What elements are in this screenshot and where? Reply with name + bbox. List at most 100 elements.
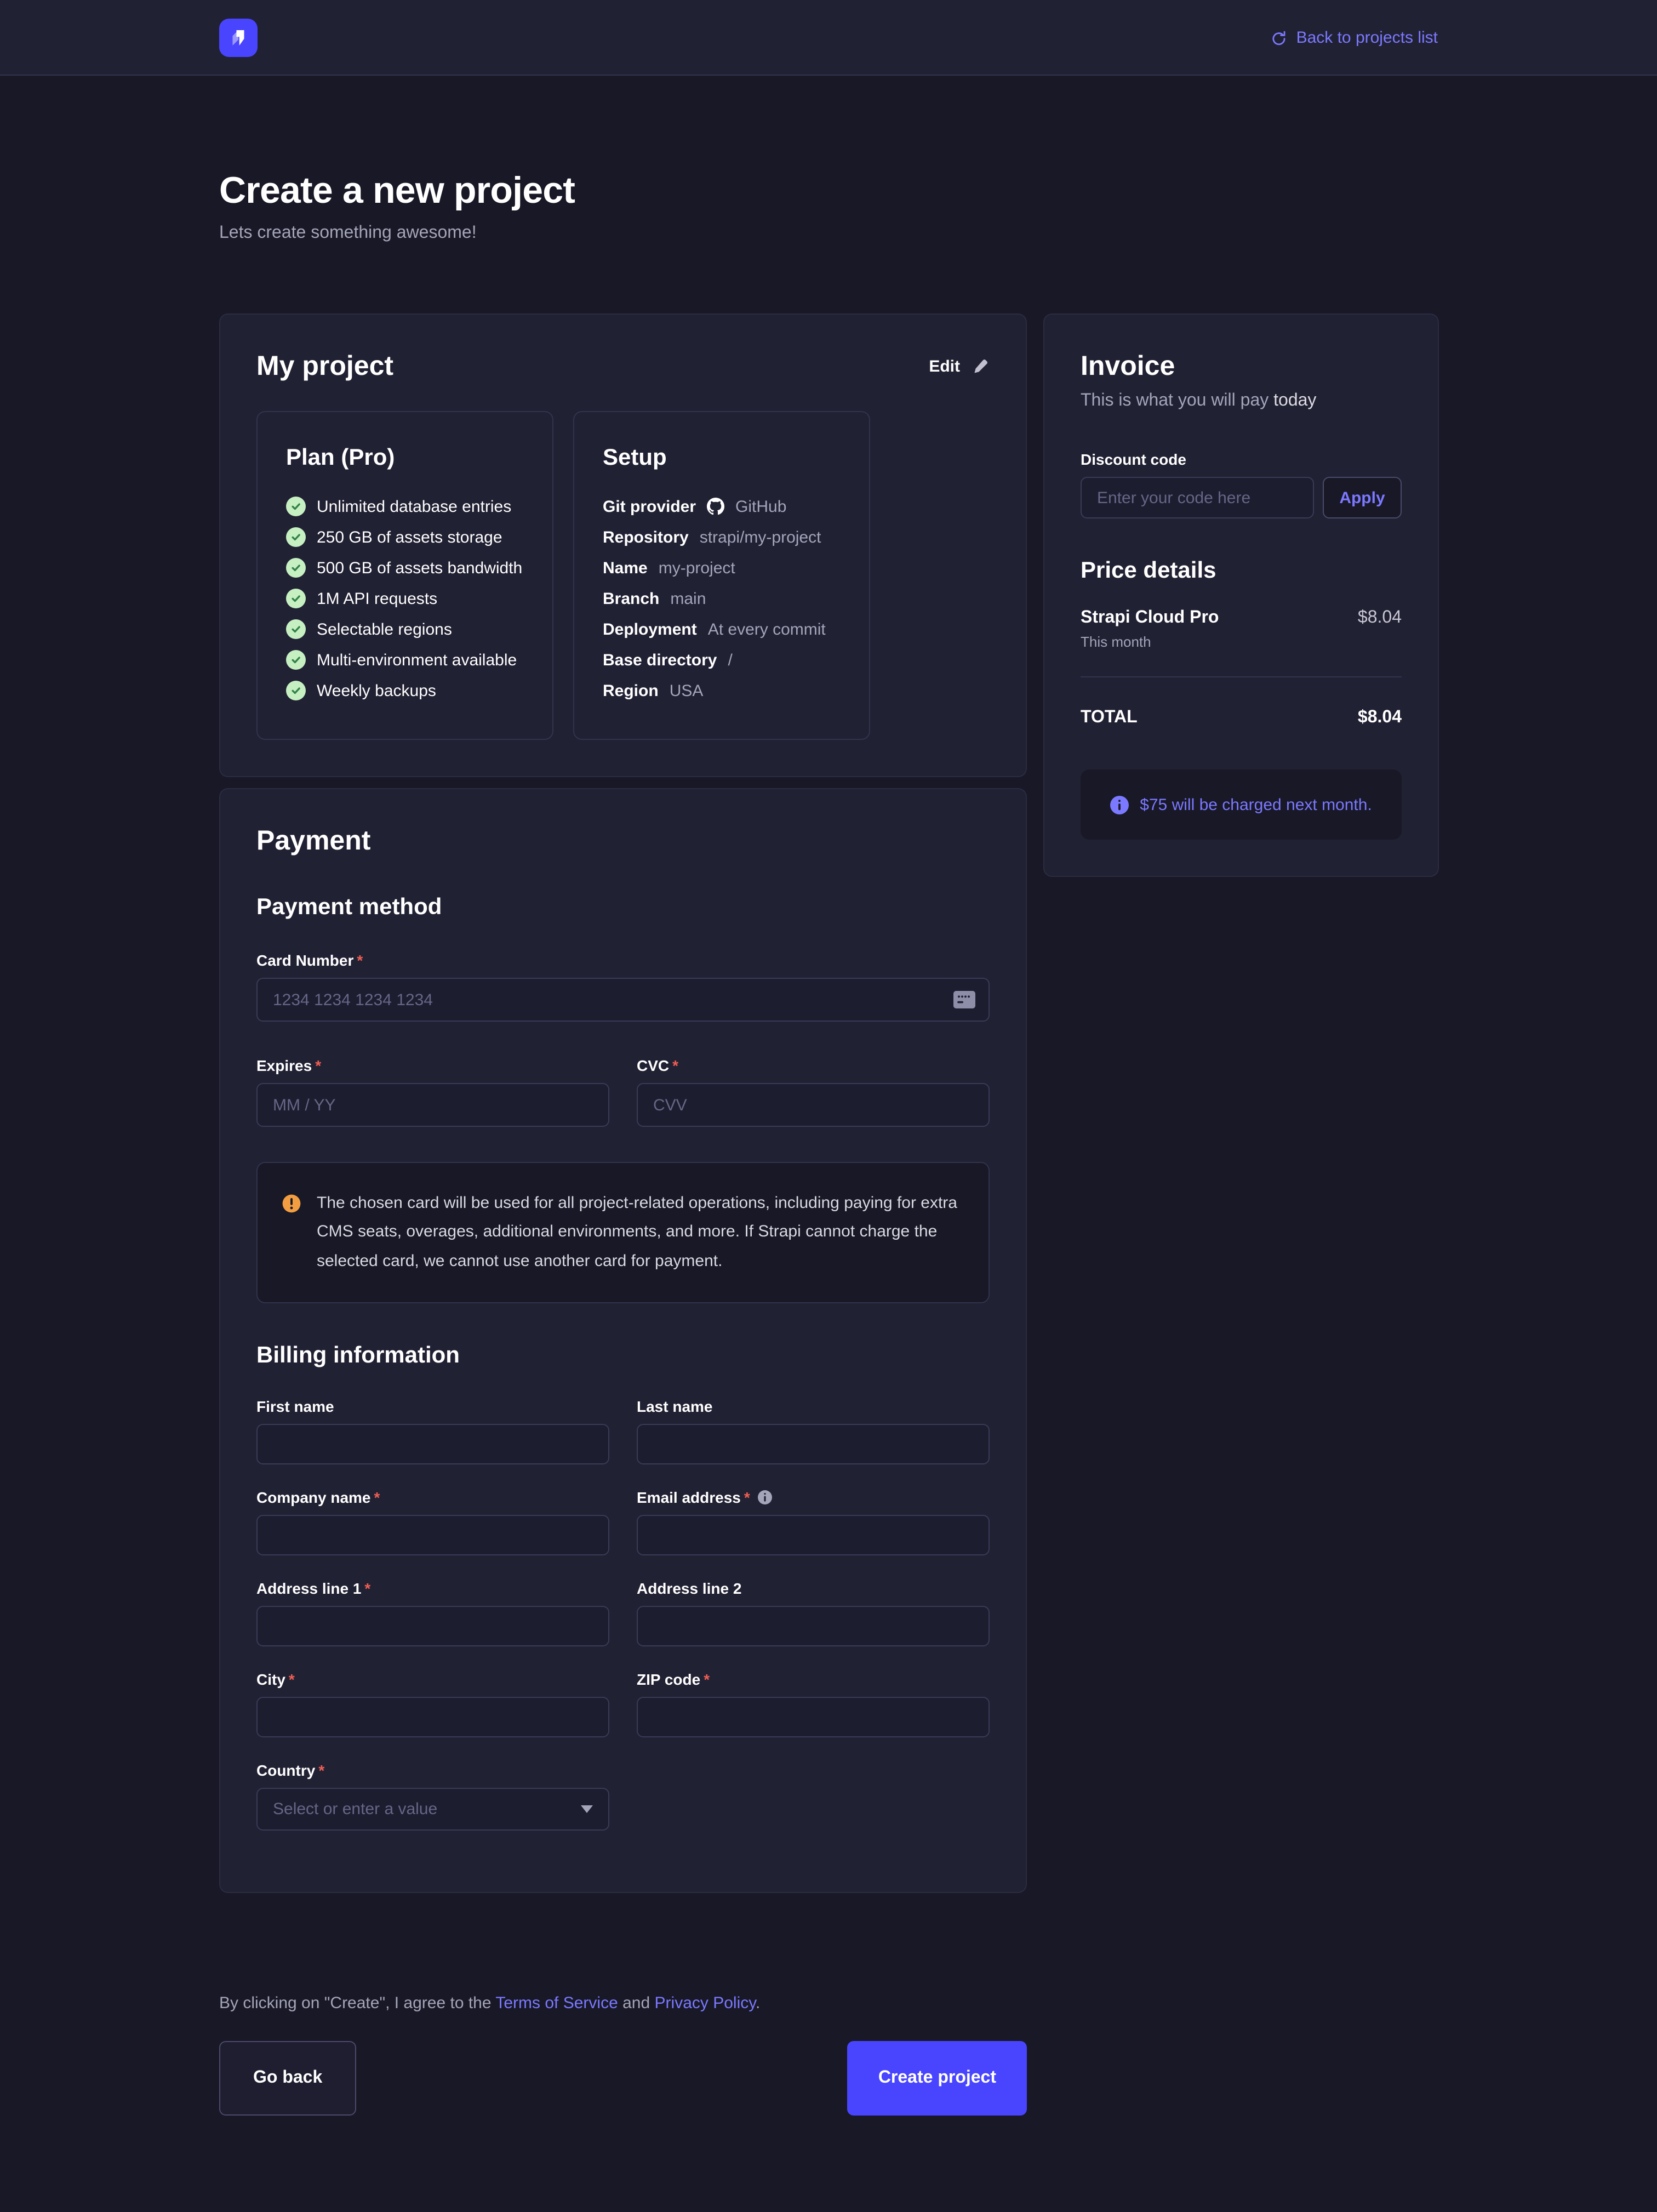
plan-feature-label: 250 GB of assets storage: [317, 528, 502, 546]
setup-row-value: USA: [670, 681, 704, 700]
pencil-icon: [971, 357, 990, 376]
invoice-subtitle: This is what you will pay today: [1081, 391, 1402, 411]
card-number-label: Card Number: [256, 951, 353, 969]
plan-feature-label: Weekly backups: [317, 681, 436, 700]
billing-field-label: First name: [256, 1398, 334, 1415]
required-asterisk: *: [744, 1489, 750, 1506]
billing-input[interactable]: [256, 1515, 609, 1555]
check-icon: [286, 681, 306, 700]
plan-feature-label: 500 GB of assets bandwidth: [317, 558, 522, 577]
card-number-input[interactable]: [256, 978, 990, 1022]
billing-fields-grid: First name Last name: [256, 1398, 990, 1737]
edit-label: Edit: [929, 357, 960, 376]
plan-feature-list: Unlimited database entries: [286, 491, 524, 706]
required-asterisk: *: [315, 1057, 321, 1074]
plan-feature-label: 1M API requests: [317, 589, 437, 608]
card-usage-notice-text: The chosen card will be used for all pro…: [317, 1189, 964, 1276]
create-project-button[interactable]: Create project: [848, 2041, 1027, 2116]
billing-input[interactable]: [256, 1424, 609, 1464]
invoice-total-row: TOTAL $8.04: [1081, 708, 1402, 728]
billing-field-label: Email address: [637, 1489, 741, 1506]
billing-input[interactable]: [637, 1515, 990, 1555]
billing-input[interactable]: [637, 1697, 990, 1737]
billing-field: Company name *: [256, 1489, 609, 1555]
billing-field: First name: [256, 1398, 609, 1464]
my-project-card: My project Edit Plan (Pro): [219, 313, 1027, 777]
discount-code-label: Discount code: [1081, 451, 1402, 468]
billing-input[interactable]: [256, 1606, 609, 1646]
terms-prefix: By clicking on "Create", I agree to the: [219, 1994, 495, 2013]
form-footer: By clicking on "Create", I agree to the …: [219, 1994, 1027, 2116]
terms-and: and: [618, 1994, 655, 2013]
billing-field: Address line 2: [637, 1580, 990, 1646]
setup-row-value: my-project: [659, 558, 735, 577]
billing-input[interactable]: [256, 1697, 609, 1737]
check-icon: [286, 497, 306, 516]
check-icon: [286, 527, 306, 547]
warning-icon: [282, 1194, 301, 1213]
setup-row-label: Name: [603, 558, 648, 577]
strapi-cloud-logo[interactable]: [219, 18, 258, 56]
setup-row: Repository strapi/my-project: [603, 522, 841, 552]
price-details-title: Price details: [1081, 558, 1402, 584]
line-item-name: Strapi Cloud Pro: [1081, 608, 1219, 628]
back-to-projects-link[interactable]: Back to projects list: [1270, 28, 1438, 47]
setup-row: Branch main: [603, 583, 841, 614]
card-usage-notice: The chosen card will be used for all pro…: [256, 1162, 990, 1303]
back-link-label: Back to projects list: [1296, 28, 1438, 47]
terms-of-service-link[interactable]: Terms of Service: [495, 1994, 618, 2013]
billing-title: Billing information: [256, 1343, 990, 1369]
plan-feature-item: Unlimited database entries: [286, 491, 524, 522]
line-item-amount: $8.04: [1358, 608, 1402, 650]
billing-field-label: City: [256, 1671, 285, 1688]
check-icon: [286, 558, 306, 578]
go-back-button[interactable]: Go back: [219, 2041, 356, 2116]
setup-row-label: Region: [603, 681, 659, 700]
billing-field-label: Last name: [637, 1398, 713, 1415]
setup-row-label: Base directory: [603, 651, 717, 669]
apply-discount-button[interactable]: Apply: [1323, 477, 1402, 518]
billing-input[interactable]: [637, 1606, 990, 1646]
next-month-note-text: $75 will be charged next month.: [1140, 795, 1372, 814]
required-asterisk: *: [357, 951, 363, 969]
required-asterisk: *: [704, 1671, 710, 1688]
invoice-subtitle-prefix: This is what you will pay: [1081, 391, 1273, 410]
discount-code-input[interactable]: [1081, 477, 1314, 518]
terms-text: By clicking on "Create", I agree to the …: [219, 1994, 1027, 2013]
required-asterisk: *: [374, 1489, 380, 1506]
invoice-title: Invoice: [1081, 351, 1402, 383]
billing-field: Address line 1 *: [256, 1580, 609, 1646]
back-arrow-icon: [1270, 29, 1287, 45]
price-line-item: Strapi Cloud Pro This month $8.04: [1081, 608, 1402, 650]
setup-row-label: Branch: [603, 589, 659, 608]
setup-row-label: Repository: [603, 528, 689, 546]
payment-title: Payment: [256, 825, 990, 857]
country-select[interactable]: Select or enter a value: [256, 1788, 609, 1831]
setup-row: Base directory /: [603, 645, 841, 675]
my-project-title: My project: [256, 351, 393, 383]
github-icon: [707, 498, 724, 515]
required-asterisk: *: [364, 1580, 370, 1597]
billing-input[interactable]: [637, 1424, 990, 1464]
billing-field-label: ZIP code: [637, 1671, 700, 1688]
app-header: Back to projects list: [0, 0, 1657, 76]
cvc-input[interactable]: [637, 1083, 990, 1127]
payment-method-title: Payment method: [256, 894, 990, 921]
setup-row-value: At every commit: [708, 620, 826, 638]
page-subtitle: Lets create something awesome!: [219, 224, 1438, 243]
next-month-note: $75 will be charged next month.: [1081, 769, 1402, 840]
billing-field: Email address *: [637, 1489, 990, 1555]
total-label: TOTAL: [1081, 708, 1138, 728]
privacy-policy-link[interactable]: Privacy Policy: [655, 1994, 756, 2013]
plan-feature-item: Multi-environment available: [286, 645, 524, 675]
invoice-card: Invoice This is what you will pay today …: [1043, 313, 1439, 877]
chevron-down-icon: [581, 1805, 593, 1813]
setup-row-label: Git provider: [603, 497, 696, 516]
expires-input[interactable]: [256, 1083, 609, 1127]
payment-card: Payment Payment method Card Number *: [219, 788, 1027, 1893]
setup-row-value: main: [670, 589, 706, 608]
plan-feature-item: Selectable regions: [286, 614, 524, 645]
billing-field-label: Address line 2: [637, 1580, 741, 1597]
check-icon: [286, 619, 306, 639]
edit-project-button[interactable]: Edit: [929, 357, 990, 376]
